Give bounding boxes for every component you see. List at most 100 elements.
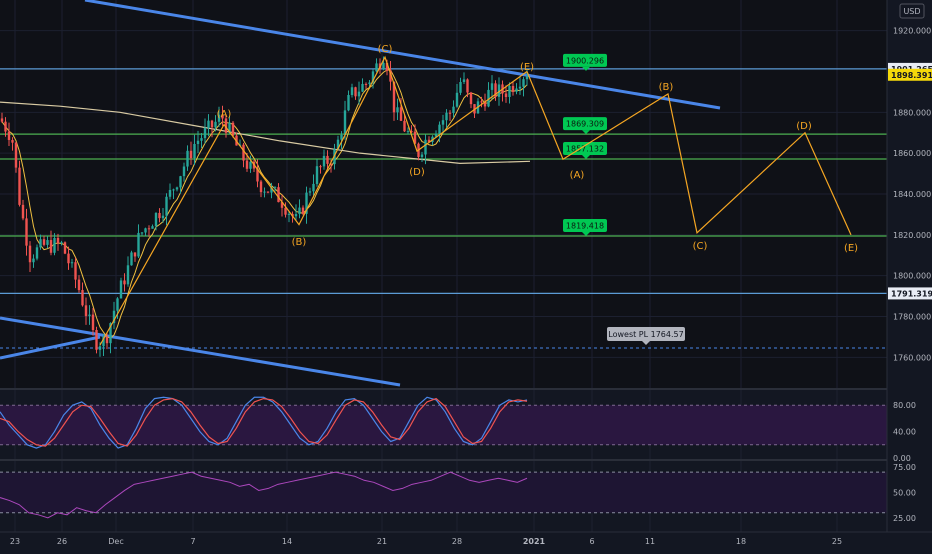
candle-body-113 <box>396 107 399 113</box>
candle-body-71 <box>249 161 252 169</box>
price-badge-label-1: 1898.391 <box>891 71 932 80</box>
candle-body-39 <box>137 232 140 257</box>
candle-body-37 <box>130 252 133 266</box>
candle-body-133 <box>466 79 469 93</box>
hist-wave-e: (E) <box>520 62 534 73</box>
candle-body-130 <box>455 92 459 107</box>
time-tick-0: 23 <box>10 537 20 546</box>
price-tick-3: 1840.000 <box>893 190 931 199</box>
candle-body-81 <box>284 207 287 215</box>
candle-body-61 <box>214 121 217 128</box>
candle-body-132 <box>462 79 466 83</box>
candle-body-145 <box>508 85 511 98</box>
candle-body-20 <box>70 262 74 264</box>
candle-body-137 <box>480 101 483 103</box>
hist-wave-b: (B) <box>292 237 307 248</box>
candle-body-126 <box>441 120 445 125</box>
candle-body-74 <box>259 181 263 193</box>
candle-body-150 <box>525 76 529 80</box>
candle-body-59 <box>207 120 210 128</box>
price-tick-2: 1860.000 <box>893 149 931 158</box>
candle-body-17 <box>60 242 63 244</box>
price-tick-0: 1920.000 <box>893 27 931 36</box>
candle-body-25 <box>88 314 91 317</box>
candle-body-101 <box>354 87 357 97</box>
candle-body-58 <box>203 127 207 139</box>
proj-wave-e: (E) <box>844 243 858 254</box>
candle-body-125 <box>438 124 441 134</box>
chart-window: Lowest PL 1764.57 1900.296 1869.309 1857.13… <box>0 0 932 550</box>
candle-body-41 <box>144 228 147 233</box>
candle-body-107 <box>375 63 378 72</box>
lowest-label: Lowest PL 1764.57 <box>608 330 683 339</box>
candle-body-144 <box>504 93 508 98</box>
candle-body-66 <box>231 122 235 136</box>
level-label-3: 1819.418 <box>566 222 604 231</box>
time-tick-10: 18 <box>736 537 746 546</box>
candle-body-8 <box>28 245 32 263</box>
candle-body-9 <box>32 258 35 263</box>
candle-body-102 <box>357 91 361 97</box>
candle-body-49 <box>172 189 175 191</box>
candle-body-82 <box>287 213 291 215</box>
candle-body-5 <box>18 167 21 205</box>
rsi-tick-1: 50.00 <box>893 488 916 497</box>
time-tick-6: 28 <box>452 537 462 546</box>
candle-body-26 <box>91 314 95 330</box>
candle-body-47 <box>165 196 168 216</box>
candle-body-93 <box>326 155 329 164</box>
candle-body-78 <box>273 187 277 189</box>
price-tick-7: 1760.000 <box>893 353 931 362</box>
candle-body-28 <box>98 346 102 350</box>
time-tick-3: 7 <box>190 537 195 546</box>
price-chart-svg[interactable]: Lowest PL 1764.571900.2961869.3091857.13… <box>0 0 932 550</box>
candle-body-43 <box>151 226 154 229</box>
level-label-1: 1869.309 <box>566 120 604 129</box>
candle-body-91 <box>319 166 322 168</box>
candle-body-36 <box>126 265 130 285</box>
proj-wave-c: (C) <box>693 241 708 252</box>
candle-body-53 <box>186 150 189 167</box>
candle-body-146 <box>511 85 515 92</box>
candle-body-75 <box>263 191 266 193</box>
candle-body-127 <box>445 112 448 121</box>
candle-body-99 <box>347 95 350 111</box>
candle-body-86 <box>301 207 305 214</box>
candle-body-4 <box>14 142 18 168</box>
candle-body-129 <box>452 106 455 113</box>
candle-body-79 <box>277 187 280 203</box>
candle-body-38 <box>133 252 137 257</box>
candle-body-18 <box>63 242 67 254</box>
candle-body-16 <box>56 237 60 244</box>
stoch-tick-0: 80.00 <box>893 401 916 410</box>
rsi-tick-2: 25.00 <box>893 514 916 523</box>
candle-body-50 <box>175 187 179 190</box>
candle-body-105 <box>368 82 371 84</box>
candle-body-1 <box>4 121 7 132</box>
rsi-tick-0: 75.00 <box>893 463 916 472</box>
candle-body-148 <box>518 86 522 89</box>
candle-body-114 <box>399 107 403 121</box>
candle-body-45 <box>158 212 161 219</box>
candle-body-70 <box>245 160 249 169</box>
level-label-0: 1900.296 <box>566 56 604 65</box>
time-tick-4: 14 <box>282 537 292 546</box>
price-tick-1: 1880.000 <box>893 108 931 117</box>
candle-body-89 <box>312 183 315 192</box>
candle-body-44 <box>154 212 158 227</box>
candle-body-52 <box>182 166 186 177</box>
candle-body-115 <box>403 120 406 132</box>
candle-body-100 <box>350 87 354 96</box>
candle-body-10 <box>35 247 39 259</box>
candle-body-2 <box>7 131 11 140</box>
candle-body-46 <box>161 215 165 219</box>
candle-body-120 <box>420 154 424 157</box>
time-tick-9: 11 <box>645 537 655 546</box>
price-badge-label-2: 1791.319 <box>891 289 932 298</box>
currency-label: USD <box>903 7 920 16</box>
candle-body-22 <box>77 279 81 291</box>
candle-body-48 <box>168 190 172 197</box>
candle-body-85 <box>298 207 301 215</box>
candle-body-21 <box>74 262 77 280</box>
candle-body-147 <box>515 88 518 92</box>
